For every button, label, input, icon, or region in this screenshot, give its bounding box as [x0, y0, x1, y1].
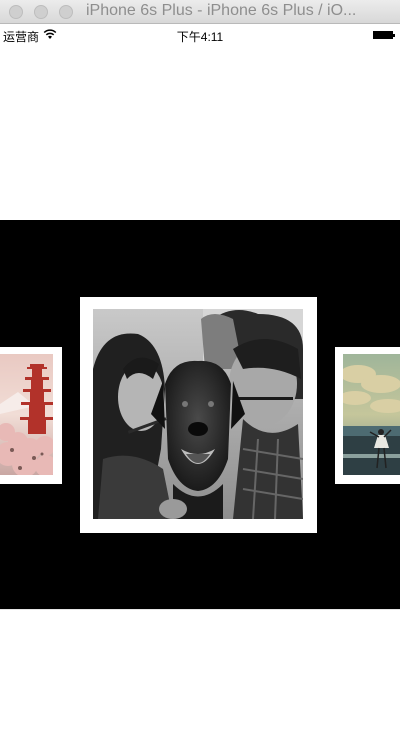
girl-dancing-on-beach-photo [343, 354, 400, 475]
zoom-window-button[interactable] [59, 5, 73, 19]
minimize-window-button[interactable] [34, 5, 48, 19]
pagoda-photo [0, 354, 53, 475]
couple-with-dog-photo [93, 309, 303, 519]
battery-icon [373, 31, 395, 39]
carousel-card-couple-dog[interactable] [80, 297, 317, 533]
carousel-card-beach[interactable] [335, 347, 400, 484]
status-bar: 运营商 下午4:11 [0, 25, 400, 45]
status-time: 下午4:11 [176, 30, 224, 44]
window-title: iPhone 6s Plus - iPhone 6s Plus / iO... [86, 2, 357, 19]
simulator-title-bar: iPhone 6s Plus - iPhone 6s Plus / iO... [0, 0, 400, 24]
divider [0, 609, 400, 610]
carousel-card-pagoda[interactable] [0, 347, 62, 484]
close-window-button[interactable] [9, 5, 23, 19]
photo-carousel[interactable] [0, 220, 400, 609]
